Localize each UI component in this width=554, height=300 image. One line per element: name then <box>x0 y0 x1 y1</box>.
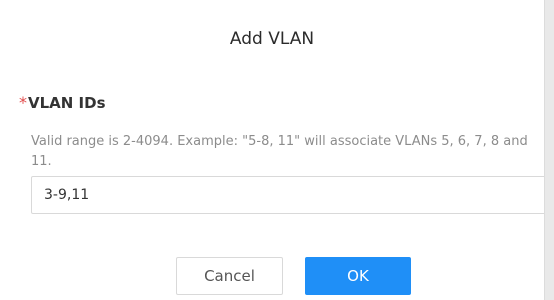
add-vlan-dialog: Add VLAN *VLAN IDs Valid range is 2-4094… <box>0 0 545 300</box>
cancel-button[interactable]: Cancel <box>176 257 283 295</box>
vlan-ids-input[interactable]: 3-9,11 <box>31 176 544 214</box>
ok-button[interactable]: OK <box>305 257 411 295</box>
vlan-ids-help-text: Valid range is 2-4094. Example: "5-8, 11… <box>31 134 528 169</box>
vlan-ids-label-row: *VLAN IDs <box>19 93 106 113</box>
dialog-title: Add VLAN <box>229 29 315 49</box>
vlan-ids-label: VLAN IDs <box>28 94 106 112</box>
required-mark: * <box>19 93 27 112</box>
